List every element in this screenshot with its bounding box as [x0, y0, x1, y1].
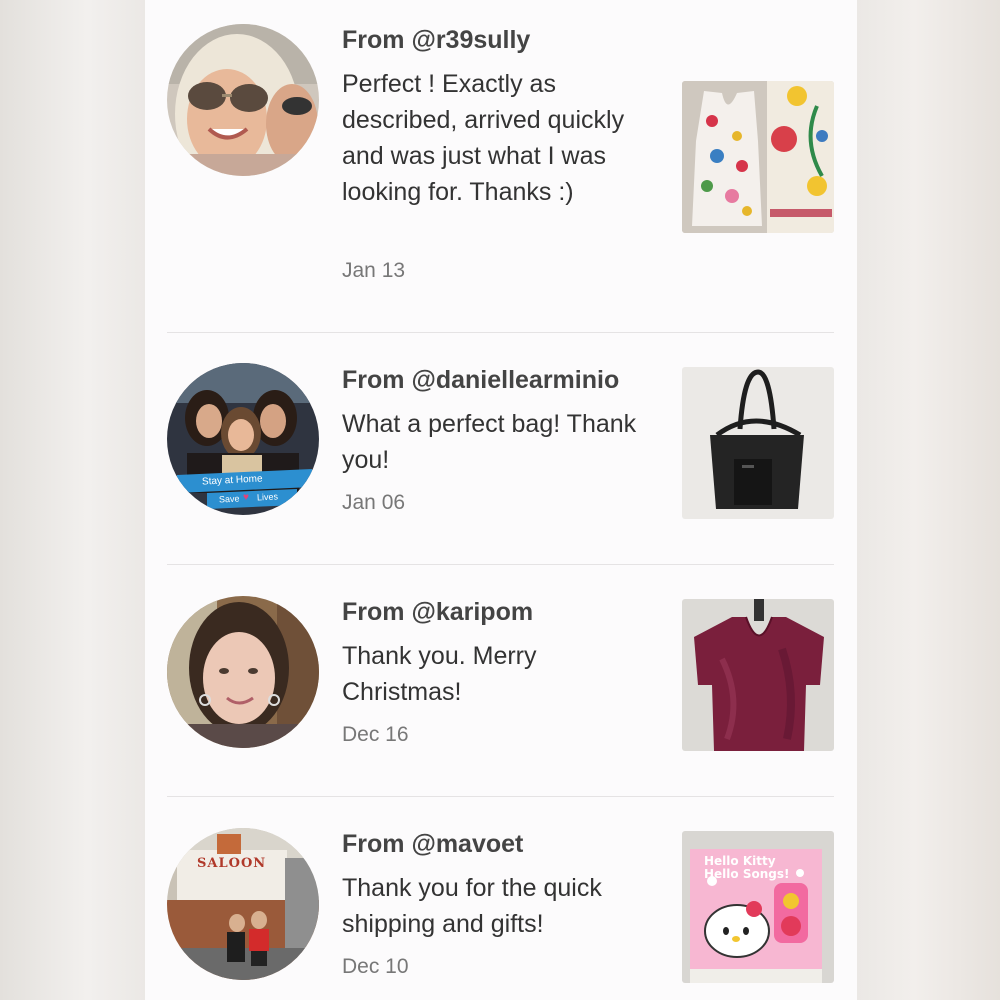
avatar-banner-text: Save: [218, 493, 240, 505]
product-thumbnail[interactable]: [682, 599, 834, 751]
avatar-banner-text: Lives: [256, 491, 279, 503]
reviews-panel[interactable]: From @r39sully Perfect ! Exactly as desc…: [145, 0, 857, 1000]
background-left: [0, 0, 145, 1000]
product-thumbnail[interactable]: [682, 367, 834, 519]
review-date: Jan 06: [342, 491, 406, 514]
reviewer-avatar[interactable]: [167, 596, 319, 748]
reviewer-avatar[interactable]: [167, 24, 319, 176]
review-item: SALOON From @mavoet Thank you for the qu…: [167, 797, 834, 1000]
heart-icon: ♥: [243, 492, 249, 503]
reviewer-handle[interactable]: From @daniellearminio: [342, 366, 619, 395]
review-item: From @karipom Thank you. Merry Christmas…: [167, 565, 834, 796]
reviewer-avatar[interactable]: Stay at Home Save ♥ Lives: [167, 363, 319, 515]
avatar-sign-text: SALOON: [197, 856, 267, 871]
background-right: [857, 0, 1000, 1000]
product-thumbnail[interactable]: [682, 81, 834, 233]
reviewer-handle[interactable]: From @mavoet: [342, 830, 523, 859]
reviewer-handle[interactable]: From @r39sully: [342, 26, 530, 55]
product-thumbnail[interactable]: Hello Kitty Hello Songs!: [682, 831, 834, 983]
review-date: Dec 16: [342, 723, 409, 746]
review-message: Thank you. Merry Christmas!: [342, 642, 537, 706]
review-item: From @r39sully Perfect ! Exactly as desc…: [167, 0, 834, 332]
review-date: Jan 13: [342, 259, 406, 282]
reviewer-avatar[interactable]: SALOON: [167, 828, 319, 980]
review-message: Perfect ! Exactly as described, arrived …: [342, 70, 625, 206]
review-item: Stay at Home Save ♥ Lives From @danielle…: [167, 333, 834, 564]
review-date: Dec 10: [342, 955, 409, 978]
review-message: What a perfect bag! Thank you!: [342, 410, 637, 474]
review-message: Thank you for the quick shipping and gif…: [342, 874, 602, 938]
reviewer-handle[interactable]: From @karipom: [342, 598, 533, 627]
product-title-text: Hello Kitty Hello Songs!: [704, 854, 790, 881]
